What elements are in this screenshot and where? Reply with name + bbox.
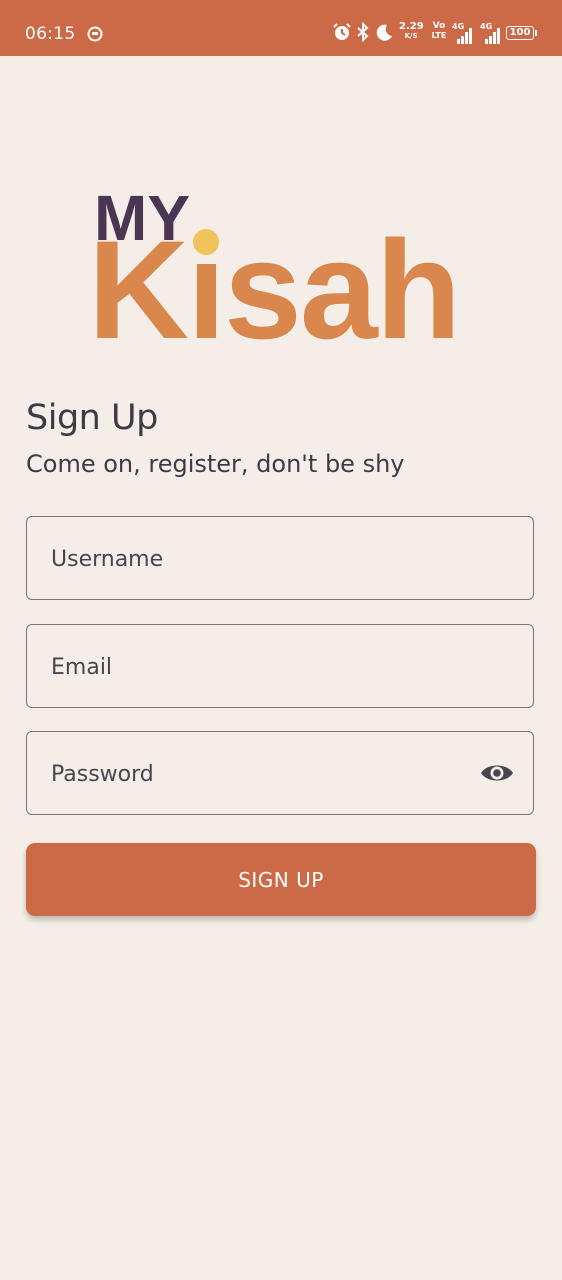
volte-bottom: LTE [431, 31, 447, 40]
sign-up-button[interactable]: SIGN UP [26, 843, 536, 916]
battery-level: 100 [506, 26, 534, 40]
logo-kisah-text: Kisah [92, 211, 459, 348]
signal-bars-icon [485, 28, 500, 44]
alarm-icon [332, 22, 352, 46]
sign-up-button-label: SIGN UP [238, 867, 324, 892]
bluetooth-icon [355, 21, 371, 46]
eye-icon[interactable] [479, 760, 515, 790]
username-input[interactable] [49, 517, 473, 601]
status-bar: 06:15 2.29 K/S Vo LTE 4G 4G 100 [0, 0, 562, 56]
mykisah-logo: MY Kisah [92, 188, 461, 348]
volte-top: Vo [432, 21, 446, 31]
logo-dot [193, 229, 219, 255]
page-title: Sign Up [26, 398, 158, 438]
password-input[interactable] [49, 732, 473, 816]
do-not-disturb-moon-icon [375, 22, 393, 46]
email-field[interactable] [26, 624, 534, 709]
net-speed-unit: K/S [404, 32, 418, 40]
page-subtitle: Come on, register, don't be shy [26, 450, 405, 478]
net-speed: 2.29 K/S [399, 21, 424, 40]
email-input[interactable] [49, 625, 473, 709]
password-field[interactable] [26, 731, 534, 816]
notification-app-icon [87, 26, 103, 46]
net-speed-value: 2.29 [399, 21, 424, 32]
signal-bars-icon [457, 28, 472, 44]
status-time: 06:15 [25, 24, 76, 44]
username-field[interactable] [26, 516, 534, 601]
volte-indicator: Vo LTE [430, 22, 448, 40]
battery-tip [535, 30, 537, 36]
